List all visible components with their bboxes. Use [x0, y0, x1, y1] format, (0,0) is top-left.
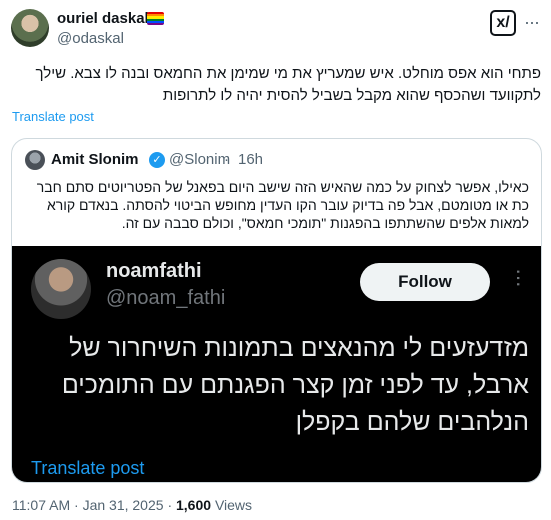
quote-separator: ·: [224, 151, 229, 168]
more-horizontal-icon[interactable]: ···: [524, 12, 540, 33]
media-translate-label: Translate post: [31, 458, 145, 478]
views-count: 1,600: [176, 497, 212, 513]
quote-text: כאילו, אפשר לצחוק על כמה שהאיש הזה שישב …: [36, 179, 529, 231]
grok-label: x/: [496, 14, 510, 31]
media-follow-button: Follow: [360, 263, 490, 301]
quote-author-name[interactable]: Amit Slonim: [51, 151, 139, 168]
quote-media-screenshot[interactable]: noamfathi @noam_fathi Follow ··· מזדעזעי…: [12, 246, 541, 482]
quote-time[interactable]: 16h: [238, 151, 263, 168]
quote-avatar[interactable]: [25, 150, 45, 170]
main-avatar[interactable]: [11, 9, 49, 47]
post-metadata: 11:07 AM · Jan 31, 2025 · 1,600 Views: [12, 497, 252, 513]
quote-card[interactable]: Amit Slonim ✓ @Slonim · 16h כאילו, אפשר …: [11, 138, 542, 483]
media-text: מזדעזעים לי מהנאצים בתמונות השיחרור של א…: [61, 334, 529, 436]
translate-post-link[interactable]: Translate post: [12, 109, 94, 124]
media-display-name: noamfathi: [106, 260, 202, 282]
media-more-icon: ···: [507, 268, 532, 287]
footer-separator-2: ·: [167, 497, 173, 513]
grok-icon[interactable]: x/: [490, 10, 516, 36]
post-date[interactable]: Jan 31, 2025: [83, 497, 164, 513]
media-avatar: [31, 259, 91, 319]
footer-separator-1: ·: [74, 497, 79, 513]
quote-author-handle[interactable]: @Slonim: [169, 151, 230, 168]
media-handle: @noam_fathi: [106, 287, 226, 309]
verified-badge-icon: ✓: [149, 152, 165, 168]
tweet-text: פתחי הוא אפס מוחלט. איש שמעריץ את מי שמי…: [35, 65, 541, 104]
rainbow-flag-icon: [147, 12, 164, 25]
post-time[interactable]: 11:07 AM: [12, 497, 70, 513]
author-display-name[interactable]: ouriel daskal: [57, 10, 149, 27]
author-handle[interactable]: @odaskal: [57, 30, 124, 47]
views-label: Views: [214, 497, 253, 513]
